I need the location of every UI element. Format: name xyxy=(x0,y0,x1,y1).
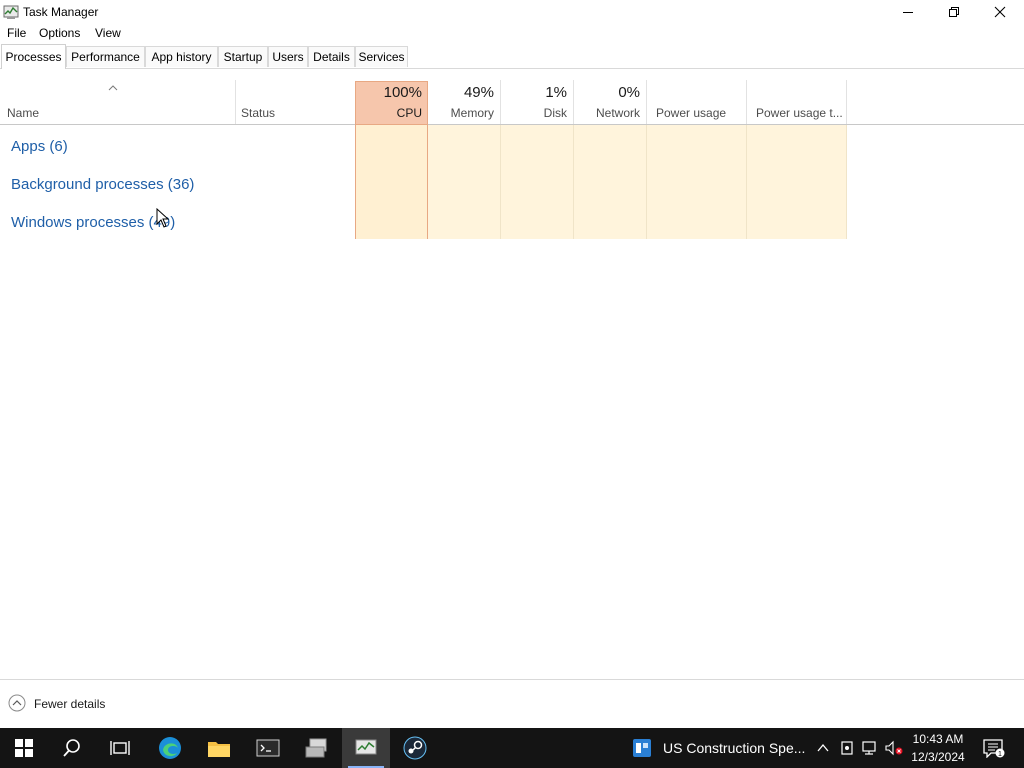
menu-bar: File Options View xyxy=(0,24,1024,44)
steam-icon xyxy=(403,736,427,760)
collapse-chevron-icon[interactable] xyxy=(8,694,26,712)
widget-news-icon[interactable] xyxy=(632,738,652,761)
group-background-processes[interactable]: Background processes (36) xyxy=(11,176,194,193)
fewer-details-link[interactable]: Fewer details xyxy=(34,697,105,711)
footer-divider xyxy=(0,679,1024,680)
tab-app-history[interactable]: App history xyxy=(145,46,218,67)
tab-strip: Processes Performance App history Startu… xyxy=(0,44,1024,69)
cell-divider xyxy=(500,125,501,239)
cpu-label: CPU xyxy=(396,106,422,120)
tab-processes[interactable]: Processes xyxy=(1,44,66,69)
menu-view[interactable]: View xyxy=(95,26,121,40)
cell-divider xyxy=(846,125,847,239)
network-percent: 0% xyxy=(618,84,640,101)
widget-news-label[interactable]: US Construction Spe... xyxy=(663,740,805,756)
menu-file[interactable]: File xyxy=(7,26,26,40)
close-icon xyxy=(994,6,1006,18)
window-title: Task Manager xyxy=(23,5,99,19)
memory-percent: 49% xyxy=(463,84,494,101)
file-explorer-button[interactable] xyxy=(195,728,243,768)
tray-app-icon[interactable] xyxy=(839,740,855,759)
drive-app-icon xyxy=(305,738,327,758)
terminal-button[interactable] xyxy=(244,728,292,768)
column-disk[interactable]: Disk xyxy=(500,106,567,120)
task-view-icon xyxy=(110,741,130,755)
disk-percent: 1% xyxy=(545,84,567,101)
close-button[interactable] xyxy=(977,0,1023,24)
clock-date[interactable]: 12/3/2024 xyxy=(906,750,970,764)
cell-divider xyxy=(573,125,574,239)
tab-users[interactable]: Users xyxy=(268,46,308,67)
column-network[interactable]: Network xyxy=(573,106,640,120)
column-divider[interactable] xyxy=(646,80,647,124)
search-button[interactable] xyxy=(48,728,96,768)
windows-logo-icon xyxy=(15,739,33,757)
restore-icon xyxy=(949,7,959,17)
tab-startup[interactable]: Startup xyxy=(218,46,268,67)
task-manager-icon xyxy=(355,739,377,755)
tab-details[interactable]: Details xyxy=(308,46,355,67)
task-manager-taskbar-button[interactable] xyxy=(342,728,390,768)
column-power-usage[interactable]: Power usage xyxy=(656,106,726,120)
network-icon[interactable] xyxy=(862,740,878,759)
column-divider[interactable] xyxy=(846,80,847,124)
svg-text:1: 1 xyxy=(998,751,1002,758)
sort-ascending-icon xyxy=(107,81,119,95)
notification-center-icon[interactable]: 1 xyxy=(983,738,1005,761)
task-manager-icon xyxy=(3,4,19,20)
steam-button[interactable] xyxy=(391,728,439,768)
folder-icon xyxy=(208,742,230,757)
metric-cells xyxy=(428,125,847,239)
task-view-button[interactable] xyxy=(96,728,144,768)
volume-muted-icon[interactable] xyxy=(885,740,903,759)
column-divider[interactable] xyxy=(746,80,747,124)
tab-services[interactable]: Services xyxy=(355,46,408,67)
column-divider[interactable] xyxy=(235,80,236,124)
search-icon xyxy=(63,739,80,757)
tab-performance[interactable]: Performance xyxy=(66,46,145,67)
title-bar xyxy=(0,0,1024,24)
column-power-usage-trend[interactable]: Power usage t... xyxy=(756,106,843,120)
show-hidden-icons-chevron-icon[interactable] xyxy=(815,740,831,759)
edge-icon xyxy=(159,737,181,759)
column-status[interactable]: Status xyxy=(241,106,275,120)
start-button[interactable] xyxy=(0,728,48,768)
group-apps[interactable]: Apps (6) xyxy=(11,138,68,155)
cell-divider xyxy=(746,125,747,239)
menu-options[interactable]: Options xyxy=(39,26,80,40)
clock-time[interactable]: 10:43 AM xyxy=(906,732,970,746)
minimize-icon xyxy=(903,12,913,13)
group-windows-processes[interactable]: Windows processes (49) xyxy=(11,214,175,231)
cpu-cell-column xyxy=(355,125,428,239)
app-button[interactable] xyxy=(293,728,341,768)
edge-browser-button[interactable] xyxy=(146,728,194,768)
column-name[interactable]: Name xyxy=(7,106,39,120)
terminal-icon xyxy=(256,739,280,757)
mouse-cursor-icon xyxy=(156,207,170,231)
restore-button[interactable] xyxy=(931,0,977,24)
cpu-percent: 100% xyxy=(383,84,422,101)
cell-divider xyxy=(646,125,647,239)
minimize-button[interactable] xyxy=(885,0,931,24)
column-memory[interactable]: Memory xyxy=(428,106,494,120)
